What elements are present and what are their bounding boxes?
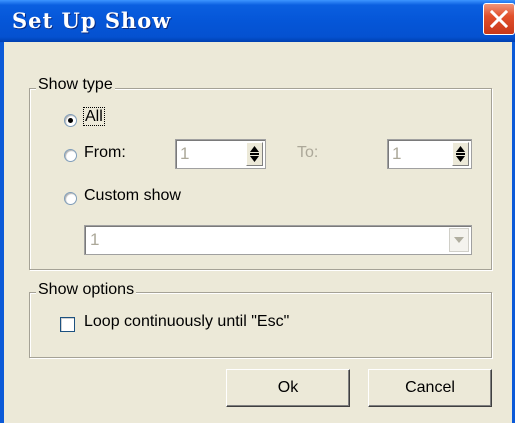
from-spinner-value: 1 bbox=[180, 144, 190, 163]
chevron-down-icon bbox=[454, 237, 464, 243]
radio-custom-show-label[interactable]: Custom show bbox=[84, 187, 181, 205]
custom-show-dropdown[interactable]: 1 bbox=[84, 225, 472, 255]
radio-all-selected-dot bbox=[68, 118, 73, 123]
radio-all-label[interactable]: All bbox=[83, 107, 105, 126]
radio-from-label[interactable]: From: bbox=[84, 144, 126, 162]
radio-from[interactable] bbox=[64, 149, 77, 162]
radio-all-text: All bbox=[83, 107, 105, 126]
close-x-icon bbox=[490, 10, 508, 28]
radio-custom-show[interactable] bbox=[64, 192, 77, 205]
show-type-legend: Show type bbox=[36, 76, 115, 94]
ok-button[interactable]: Ok bbox=[226, 369, 350, 407]
loop-continuously-checkbox[interactable] bbox=[60, 317, 75, 332]
spinner-up-down-icon bbox=[456, 146, 465, 162]
to-spinner[interactable]: 1 bbox=[387, 139, 472, 169]
from-spinner[interactable]: 1 bbox=[175, 139, 266, 169]
custom-show-dropdown-value: 1 bbox=[90, 230, 100, 249]
set-up-show-dialog: Set Up Show Show type All From: 1 To: 1 … bbox=[0, 0, 515, 423]
close-button[interactable] bbox=[483, 3, 515, 35]
title-bar[interactable]: Set Up Show bbox=[0, 0, 515, 42]
from-spinner-arrows[interactable] bbox=[246, 142, 263, 166]
to-spinner-arrows[interactable] bbox=[452, 142, 469, 166]
window-frame-left bbox=[0, 42, 4, 423]
to-spinner-value: 1 bbox=[392, 144, 402, 163]
radio-all[interactable] bbox=[64, 114, 77, 127]
show-options-legend: Show options bbox=[36, 281, 137, 299]
cancel-button[interactable]: Cancel bbox=[368, 369, 492, 407]
dropdown-arrow-button[interactable] bbox=[449, 228, 469, 252]
cancel-button-label: Cancel bbox=[405, 379, 455, 396]
spinner-up-down-icon bbox=[250, 146, 259, 162]
ok-button-label: Ok bbox=[277, 379, 299, 396]
loop-continuously-label[interactable]: Loop continuously until "Esc" bbox=[84, 313, 289, 331]
to-label: To: bbox=[297, 144, 319, 161]
dialog-title: Set Up Show bbox=[12, 8, 172, 33]
